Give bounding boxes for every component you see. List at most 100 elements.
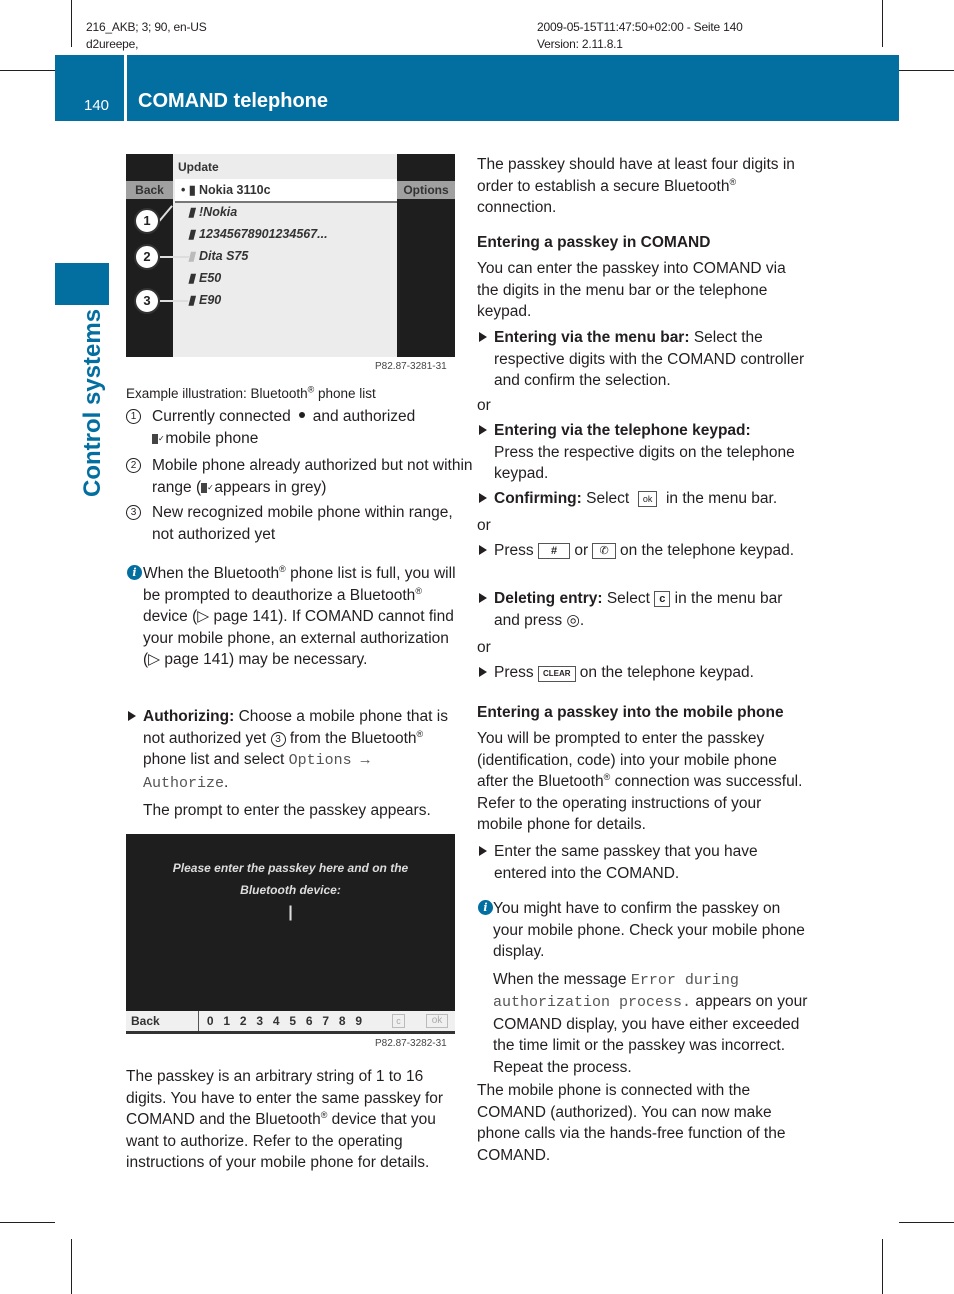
passkey-entry-screenshot: Please enter the passkey here and on the… — [126, 834, 455, 1034]
bullet-arrow-icon — [479, 425, 487, 435]
section-heading: Entering a passkey into the mobile phone — [477, 704, 784, 721]
clear-key: CLEAR — [537, 666, 576, 682]
or-separator: or — [477, 517, 491, 534]
hash-key: # — [537, 543, 571, 559]
callout-3: 3 — [134, 288, 160, 314]
digit-key: 6 — [305, 1014, 313, 1028]
back-softkey: Back — [126, 181, 173, 199]
meta-line: d2ureepe, — [86, 37, 139, 51]
bullet-arrow-icon — [479, 545, 487, 555]
phone-name: !Nokia — [199, 205, 238, 219]
legend-item-2: 2 Mobile phone already authorized but no… — [126, 455, 482, 498]
paragraph: The mobile phone is connected with the C… — [477, 1082, 786, 1164]
instruction-menu-bar: Entering via the menu bar: Select the re… — [477, 327, 809, 392]
or-separator: or — [477, 639, 491, 656]
info-note: i You might have to confirm the passkey … — [477, 898, 811, 1078]
back-softkey: Back — [126, 1011, 199, 1031]
crop-mark — [71, 0, 72, 47]
instruction-press-hash: Press # or ✆ on the telephone keypad. — [477, 540, 809, 562]
info-icon: i — [127, 565, 142, 580]
digit-menu-bar: Back 0123456789 c ok — [126, 1011, 455, 1034]
connected-authorized-phone-icon: • ▮ — [181, 183, 196, 197]
digit-key: 4 — [272, 1014, 280, 1028]
info-note: i When the Bluetooth® phone list is full… — [126, 563, 458, 671]
authorized-phone-icon — [201, 482, 214, 494]
crop-mark — [71, 1239, 72, 1294]
section-tab — [55, 263, 109, 305]
controller-press-icon: ◎ — [566, 611, 580, 629]
crop-mark — [882, 0, 883, 47]
result-text: The prompt to enter the passkey appears. — [143, 802, 431, 819]
passkey-prompt: Please enter the passkey here and on the — [172, 861, 409, 875]
header-divider — [124, 55, 127, 121]
digit-key: 1 — [223, 1014, 231, 1028]
phone-icon: ▮ — [181, 271, 195, 285]
text-cursor: | — [288, 904, 293, 921]
crop-mark — [0, 70, 55, 71]
phone-icon: ▮ — [181, 227, 195, 241]
callout-1: 1 — [134, 208, 160, 234]
crop-mark — [0, 1222, 55, 1223]
bullet-arrow-icon — [479, 493, 487, 503]
passkey-paragraph: The passkey is an arbitrary string of 1 … — [126, 1068, 444, 1171]
instruction-keypad: Entering via the telephone keypad: Press … — [477, 420, 809, 485]
options-softkey: Options — [397, 181, 455, 199]
ok-key: ok — [637, 491, 658, 507]
passkey-intro: The passkey should have at least four di… — [477, 156, 795, 216]
instruction-enter-passkey: Enter the same passkey that you have ent… — [477, 841, 809, 884]
crop-mark — [899, 70, 954, 71]
legend-number: 3 — [126, 505, 141, 520]
print-meta-right: 2009-05-15T11:47:50+02:00 - Seite 140 Ve… — [537, 19, 743, 53]
instruction-confirming: Confirming: Select ok in the menu bar. — [477, 488, 809, 510]
digit-key: 2 — [239, 1014, 247, 1028]
crop-mark — [899, 1222, 954, 1223]
bullet-arrow-icon — [128, 711, 136, 721]
bullet-arrow-icon — [479, 593, 487, 603]
meta-line: 2009-05-15T11:47:50+02:00 - Seite 140 — [537, 20, 743, 34]
legend-number: 1 — [126, 409, 141, 424]
clear-key: c — [392, 1014, 405, 1028]
print-meta-left: 216_AKB; 3; 90, en-US d2ureepe, — [86, 19, 207, 53]
digit-key: 5 — [289, 1014, 297, 1028]
call-key-phone-icon: ✆ — [592, 543, 616, 559]
passkey-prompt: Bluetooth device: — [240, 883, 341, 897]
authorized-phone-icon — [152, 433, 165, 445]
digit-key: 3 — [256, 1014, 264, 1028]
crop-mark — [882, 1239, 883, 1294]
or-separator: or — [477, 397, 491, 414]
figure-code: P82.87-3282-31 — [375, 1038, 447, 1049]
digit-key: 7 — [322, 1014, 330, 1028]
digit-key: 9 — [355, 1014, 363, 1028]
c-key: c — [654, 591, 671, 607]
phone-list-screenshot: Back Options Update • ▮ Nokia 3110c ▮ !Nok… — [126, 154, 455, 357]
bullet-arrow-icon — [479, 667, 487, 677]
section-label: Control systems — [79, 308, 106, 497]
info-icon: i — [478, 900, 493, 915]
phone-list-row: ▮ E50 — [181, 270, 221, 285]
callout-line — [160, 256, 190, 258]
bullet-arrow-icon — [479, 846, 487, 856]
page-title: COMAND telephone — [138, 90, 328, 112]
phone-name: Dita S75 — [199, 249, 249, 263]
callout-2: 2 — [134, 244, 160, 270]
phone-list-row: ▮ Dita S75 — [181, 248, 248, 263]
digit-key: 0 — [206, 1014, 214, 1028]
instruction-clear: Press CLEAR on the telephone keypad. — [477, 662, 809, 684]
meta-line: Version: 2.11.8.1 — [537, 37, 623, 51]
digit-key: 8 — [338, 1014, 346, 1028]
ok-key: ok — [426, 1014, 448, 1028]
bullet-arrow-icon — [479, 332, 487, 342]
phone-name: E90 — [199, 293, 222, 307]
update-menu-header: Update — [178, 160, 219, 174]
phone-list-row: • ▮ Nokia 3110c — [181, 182, 271, 197]
digit-row: 0123456789 — [202, 1011, 367, 1031]
callout-line — [160, 300, 188, 302]
paragraph: You can enter the passkey into COMAND vi… — [477, 260, 786, 320]
instruction-authorizing: Authorizing: Choose a mobile phone that … — [126, 706, 456, 822]
info-paragraph: When the message Error during authorizat… — [493, 970, 808, 1076]
phone-icon: ▮ — [181, 205, 195, 219]
page-number: 140 — [84, 97, 110, 114]
phone-list-row: ▮ 12345678901234567... — [181, 226, 328, 241]
meta-line: 216_AKB; 3; 90, en-US — [86, 20, 207, 34]
reference-number: 3 — [270, 731, 286, 747]
